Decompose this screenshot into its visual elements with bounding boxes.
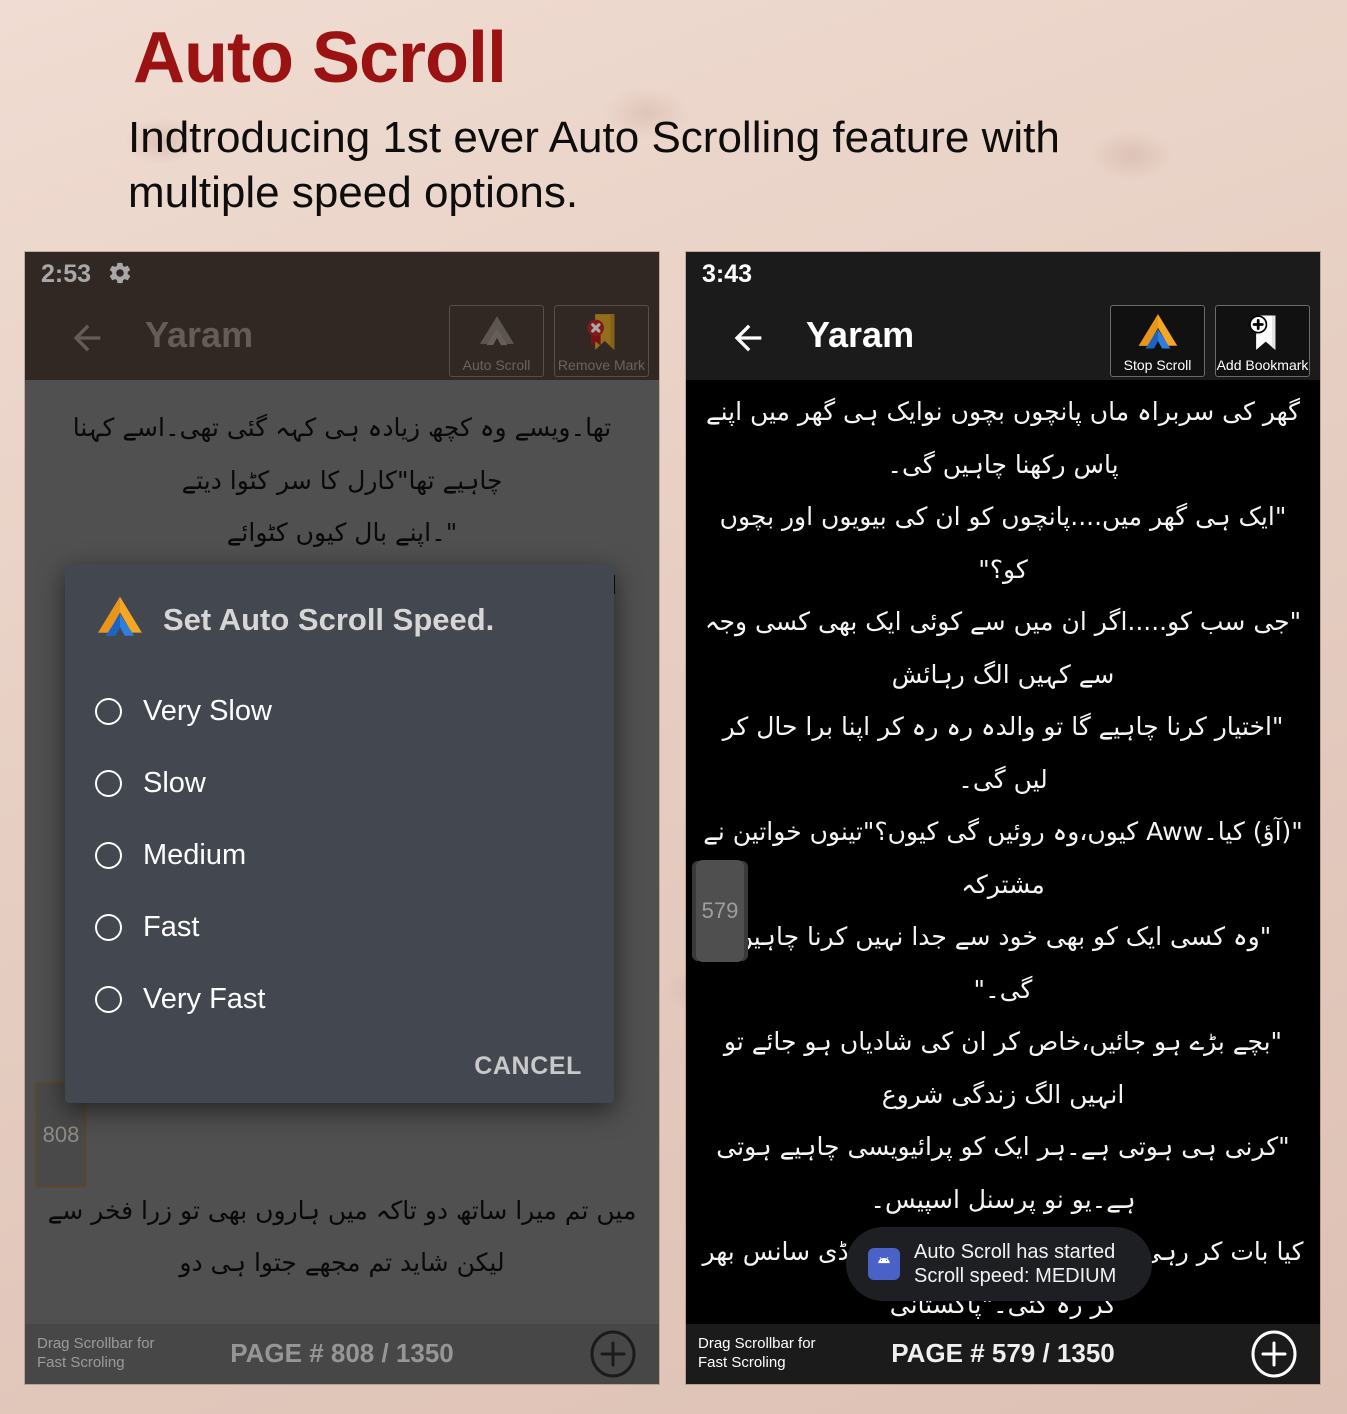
auto-scroll-logo-icon (95, 592, 145, 647)
radio-option-label: Medium (143, 838, 247, 871)
book-title: Yaram (806, 314, 915, 355)
app-bar: Yaram Stop Scroll Add Bookmark (686, 296, 1320, 380)
radio-option-label: Slow (143, 766, 206, 799)
reader-content-right[interactable]: گھر کی سربراہ ماں پانچوں بچوں نوایک ہی گ… (686, 380, 1320, 1324)
page-counter: PAGE # 579 / 1350 (891, 1338, 1115, 1368)
radio-circle-icon (95, 697, 122, 725)
reader-paragraph-top: گھر کی سربراہ ماں پانچوں بچوں نوایک ہی گ… (702, 397, 1304, 1319)
status-bar: 3:43 (686, 252, 1320, 296)
toast-text: Auto Scroll has started Scroll speed: ME… (914, 1240, 1116, 1289)
radio-circle-icon (95, 769, 122, 797)
toast-line-2: Scroll speed: MEDIUM (914, 1265, 1117, 1287)
android-icon (868, 1248, 900, 1280)
back-arrow-icon[interactable] (726, 318, 770, 358)
radio-option-medium[interactable]: Medium (95, 819, 584, 891)
radio-option-very-fast[interactable]: Very Fast (95, 963, 584, 1035)
phone-screenshot-right: گھر کی سربراہ ماں پانچوں بچوں نوایک ہی گ… (686, 252, 1320, 1384)
radio-option-label: Very Fast (143, 982, 266, 1015)
radio-circle-icon (95, 985, 122, 1013)
toast-line-1: Auto Scroll has started (914, 1240, 1116, 1263)
bottom-bar: Drag Scrollbar for Fast Scroling PAGE # … (686, 1324, 1320, 1384)
radio-option-very-slow[interactable]: Very Slow (95, 675, 584, 747)
radio-circle-icon (95, 913, 122, 941)
radio-circle-icon (95, 841, 122, 869)
toast-notification: Auto Scroll has started Scroll speed: ME… (846, 1227, 1152, 1301)
add-bookmark-button[interactable]: Add Bookmark (1215, 305, 1310, 377)
add-bookmark-icon (1216, 306, 1309, 358)
add-bookmark-button-label: Add Bookmark (1216, 356, 1309, 373)
status-clock: 3:43 (702, 260, 753, 288)
set-auto-scroll-speed-dialog: Set Auto Scroll Speed. Very Slow Slow Me… (65, 564, 614, 1103)
scrollbar-page-number: 579 (701, 898, 739, 923)
radio-option-label: Fast (143, 910, 200, 943)
radio-option-slow[interactable]: Slow (95, 747, 584, 819)
radio-option-label: Very Slow (143, 694, 272, 727)
page-subtitle: Indtroducing 1st ever Auto Scrolling fea… (128, 113, 1060, 218)
dialog-title: Set Auto Scroll Speed. (163, 601, 495, 637)
stop-scroll-button[interactable]: Stop Scroll (1110, 305, 1205, 377)
auto-scroll-logo-icon (1111, 306, 1204, 358)
radio-option-fast[interactable]: Fast (95, 891, 584, 963)
phone-screenshot-left: تھا۔ویسے وہ کچھ زیادہ ہی کہہ گئی تھی۔اسے… (25, 252, 659, 1384)
cancel-button[interactable]: CANCEL (474, 1052, 582, 1081)
stop-scroll-button-label: Stop Scroll (1123, 356, 1192, 373)
plus-circle-icon[interactable] (1250, 1330, 1298, 1378)
promo-header: Auto Scroll Indtroducing 1st ever Auto S… (0, 0, 1347, 248)
dialog-header: Set Auto Scroll Speed. (95, 592, 584, 647)
scrollbar-thumb[interactable]: 579 (696, 860, 744, 962)
page-title: Auto Scroll (133, 18, 507, 98)
